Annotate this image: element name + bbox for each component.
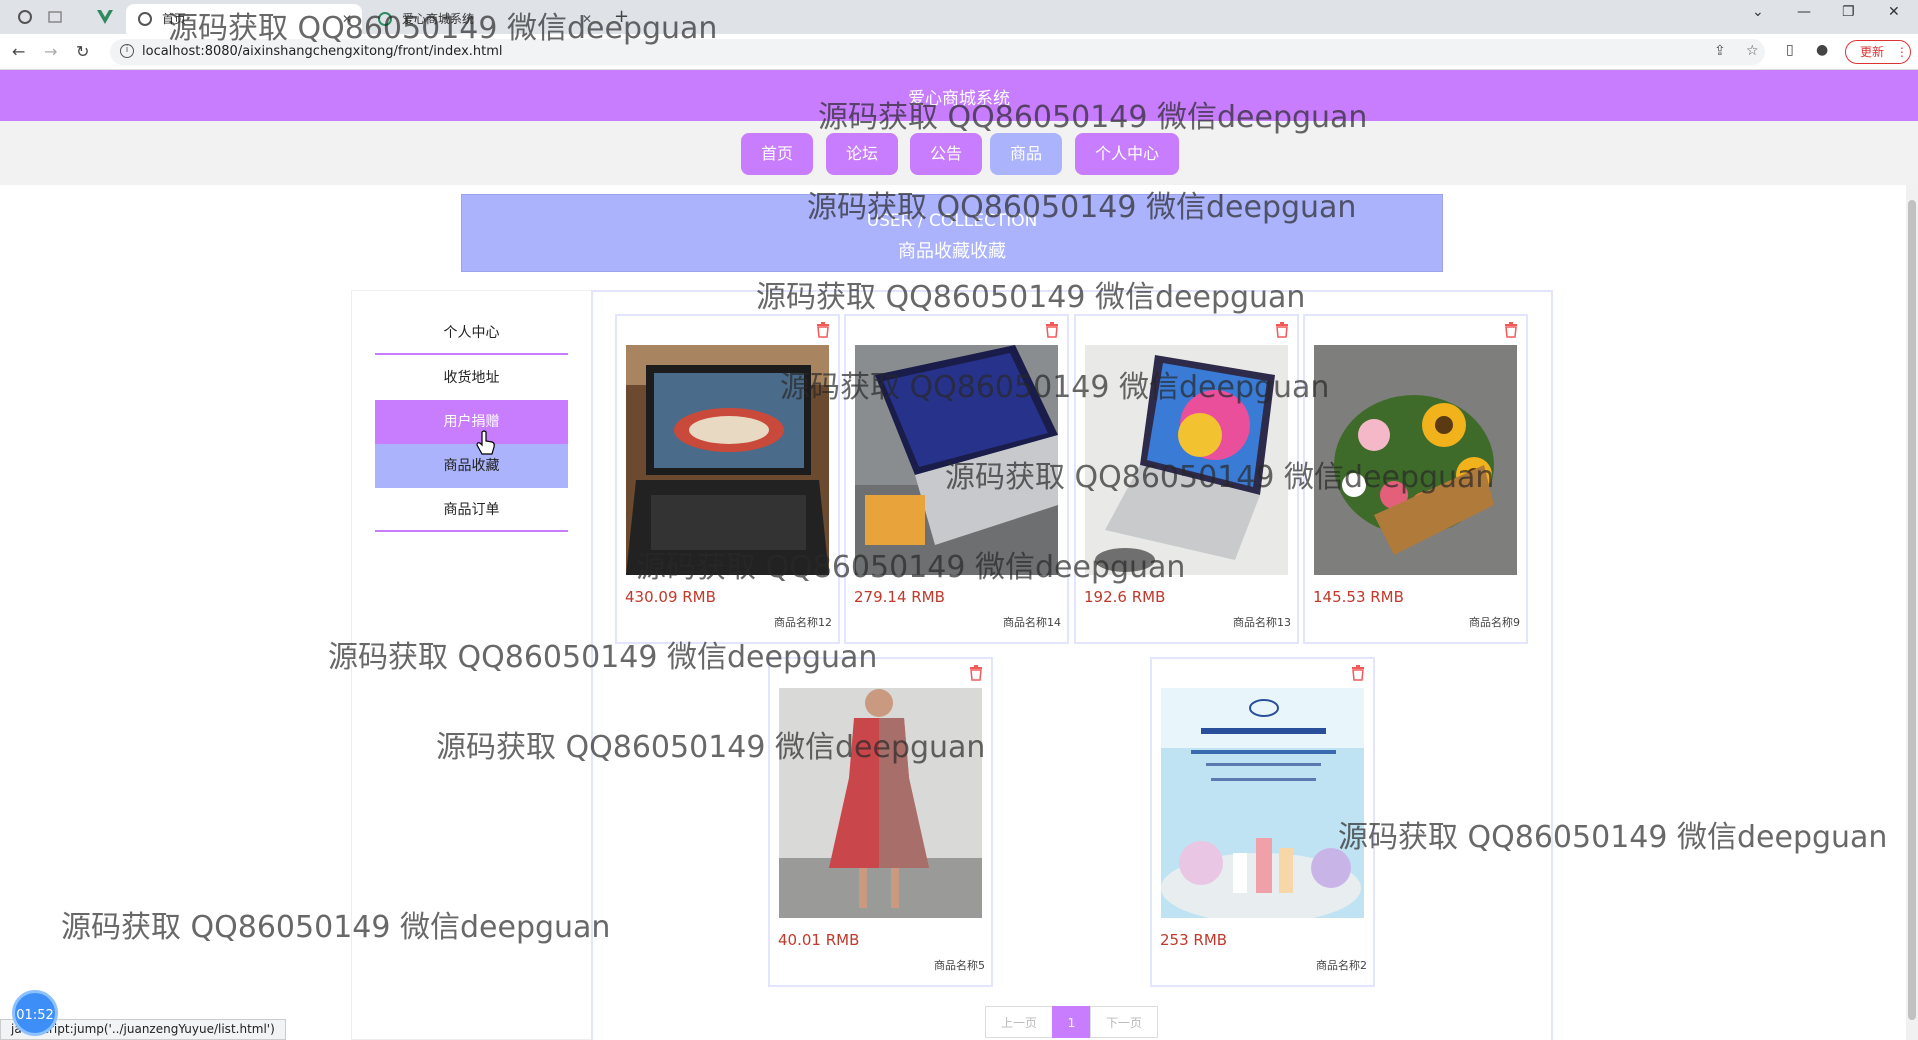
more-menu-icon[interactable]: ⋮ <box>1896 45 1908 59</box>
product-card[interactable]: 192.6 RMB 商品名称13 <box>1074 314 1299 644</box>
skincare-poster-photo[interactable] <box>1161 688 1364 918</box>
browser-tabbar: 首页 ✕ 爱心商城系统 ✕ + ⌄ — ❐ ✕ <box>0 0 1918 34</box>
sidebar-item-collection[interactable]: 商品收藏 <box>375 444 568 488</box>
sidebar-item-orders[interactable]: 商品订单 <box>375 488 568 532</box>
back-icon[interactable]: ← <box>12 42 25 61</box>
update-label: 更新 <box>1860 45 1885 59</box>
page-scrollbar[interactable] <box>1906 185 1918 1040</box>
menu-notice[interactable]: 公告 <box>910 133 982 175</box>
product-name[interactable]: 商品名称14 <box>1003 614 1061 630</box>
site-header: 爱心商城系统 <box>0 70 1918 121</box>
trash-icon[interactable] <box>816 322 830 338</box>
main-menu: 首页 论坛 公告 商品 个人中心 <box>0 121 1918 185</box>
sidebar-item-address[interactable]: 收货地址 <box>375 356 568 400</box>
close-icon[interactable]: ✕ <box>582 4 592 34</box>
menu-personal-center[interactable]: 个人中心 <box>1075 133 1179 175</box>
star-icon[interactable]: ☆ <box>1746 43 1759 59</box>
product-card[interactable]: 253 RMB 商品名称2 <box>1150 657 1375 987</box>
sidebar-item-personal-center[interactable]: 个人中心 <box>375 311 568 355</box>
product-price: 253 RMB <box>1160 931 1228 949</box>
url-text[interactable]: localhost:8080/aixinshangchengxitong/fro… <box>142 44 503 59</box>
tab-home[interactable]: 首页 ✕ <box>126 4 362 34</box>
share-icon[interactable]: ⇪ <box>1714 43 1726 59</box>
menu-home[interactable]: 首页 <box>741 133 813 175</box>
laptop-game-photo[interactable] <box>626 345 829 575</box>
menu-goods[interactable]: 商品 <box>990 133 1062 175</box>
next-page-button[interactable]: 下一页 <box>1090 1006 1158 1038</box>
product-name[interactable]: 商品名称9 <box>1469 614 1520 630</box>
address-bar[interactable]: i localhost:8080/aixinshangchengxitong/f… <box>110 39 1765 65</box>
info-icon[interactable]: i <box>120 44 134 58</box>
update-button[interactable]: 更新 ⋮ <box>1845 40 1911 64</box>
trash-icon[interactable] <box>1045 322 1059 338</box>
product-price: 279.14 RMB <box>854 588 945 606</box>
banner-english-title: USER / COLLECTION <box>866 211 1038 231</box>
product-price: 192.6 RMB <box>1084 588 1166 606</box>
globe-icon <box>138 12 152 26</box>
trash-icon[interactable] <box>1504 322 1518 338</box>
vue-logo-icon[interactable] <box>96 8 114 26</box>
colorful-laptop-photo[interactable] <box>1085 345 1288 575</box>
close-icon[interactable]: ✕ <box>342 4 352 34</box>
browser-toolbar: ← → ↻ i localhost:8080/aixinshangchengxi… <box>0 34 1918 70</box>
flower-basket-photo[interactable] <box>1314 345 1517 575</box>
product-name[interactable]: 商品名称13 <box>1233 614 1291 630</box>
trash-icon[interactable] <box>1275 322 1289 338</box>
close-window-icon[interactable]: ✕ <box>1888 4 1900 20</box>
product-price: 145.53 RMB <box>1313 588 1404 606</box>
new-tab-icon[interactable]: + <box>614 6 629 27</box>
profile-icon[interactable]: ● <box>1816 42 1828 58</box>
forward-icon[interactable]: → <box>44 42 57 61</box>
sidebar-item-donation[interactable]: 用户捐赠 <box>375 400 568 444</box>
scrollbar-thumb[interactable] <box>1908 200 1916 1020</box>
reload-icon[interactable]: ↻ <box>76 42 89 61</box>
menu-forum[interactable]: 论坛 <box>826 133 898 175</box>
red-dress-photo[interactable] <box>779 688 982 918</box>
trash-icon[interactable] <box>1351 665 1365 681</box>
product-card[interactable]: 430.09 RMB 商品名称12 <box>615 314 840 644</box>
silver-laptop-photo[interactable] <box>855 345 1058 575</box>
tab-pinned-icon[interactable] <box>46 8 64 26</box>
sidepanel-icon[interactable]: ▯ <box>1786 42 1794 58</box>
banner-title: 商品收藏收藏 <box>898 241 1006 262</box>
prev-page-button[interactable]: 上一页 <box>985 1006 1053 1038</box>
product-card[interactable]: 40.01 RMB 商品名称5 <box>768 657 993 987</box>
product-name[interactable]: 商品名称12 <box>774 614 832 630</box>
vue-logo-icon <box>378 12 392 26</box>
tab-title: 首页 <box>162 12 187 26</box>
trash-icon[interactable] <box>969 665 983 681</box>
product-card[interactable]: 145.53 RMB 商品名称9 <box>1303 314 1528 644</box>
product-price: 40.01 RMB <box>778 931 860 949</box>
page-banner: USER / COLLECTION 商品收藏收藏 <box>461 194 1443 272</box>
product-name[interactable]: 商品名称5 <box>934 957 985 973</box>
chevron-down-icon[interactable]: ⌄ <box>1752 4 1764 20</box>
restore-icon[interactable]: ❐ <box>1842 4 1855 20</box>
product-card[interactable]: 279.14 RMB 商品名称14 <box>844 314 1069 644</box>
hand-cursor-icon <box>476 430 495 455</box>
product-name[interactable]: 商品名称2 <box>1316 957 1367 973</box>
minimize-icon[interactable]: — <box>1797 4 1811 20</box>
product-price: 430.09 RMB <box>625 588 716 606</box>
tab-title: 爱心商城系统 <box>402 12 475 26</box>
page-number-button[interactable]: 1 <box>1052 1006 1091 1038</box>
tab-pinned-icon[interactable] <box>16 8 34 26</box>
site-title: 爱心商城系统 <box>908 89 1010 109</box>
recording-timer[interactable]: 01:52 <box>12 990 58 1036</box>
tab-site[interactable]: 爱心商城系统 ✕ <box>366 4 602 34</box>
